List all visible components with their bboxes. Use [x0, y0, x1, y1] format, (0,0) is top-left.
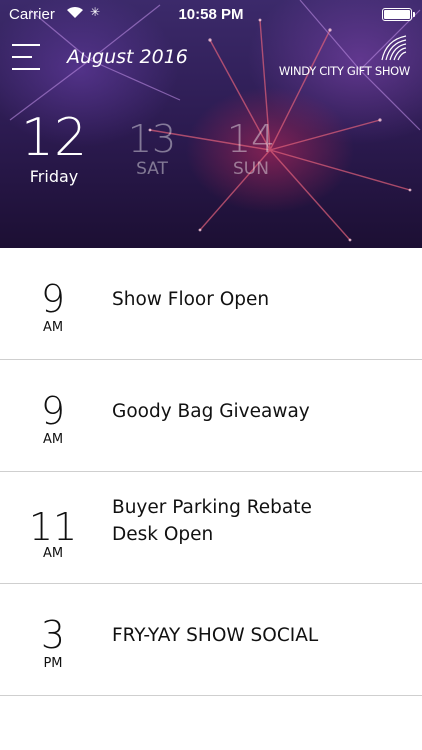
event-hour: 9 [40, 277, 66, 321]
battery-icon [382, 8, 415, 21]
event-hour: 3 [40, 613, 66, 657]
day-tab-13[interactable]: 13 SAT [122, 120, 182, 179]
event-row[interactable]: 9 AM Show Floor Open [0, 248, 422, 360]
day-label: SAT [136, 159, 168, 179]
event-row[interactable]: 9 AM Goody Bag Giveaway [0, 360, 422, 472]
day-label: SUN [233, 159, 269, 179]
event-row[interactable]: 3 PM FRY-YAY SHOW SOCIAL [0, 584, 422, 696]
header-banner: Carrier ✳ 10:58 PM August 2016 WINDY CIT… [0, 0, 422, 248]
event-title: FRY-YAY SHOW SOCIAL [112, 625, 319, 646]
event-row[interactable]: 11 AM Buyer Parking Rebate Desk Open [0, 472, 422, 584]
day-tab-12[interactable]: 12 Friday [18, 112, 90, 186]
event-title: Show Floor Open [112, 289, 270, 310]
logo-text: WINDY CITY GIFT SHOW [278, 64, 410, 78]
event-ampm: PM [43, 656, 63, 671]
day-label: Friday [29, 167, 79, 186]
status-time: 10:58 PM [178, 6, 244, 23]
day-number: 14 [226, 117, 276, 161]
event-title: Buyer Parking Rebate Desk Open [112, 497, 312, 545]
status-bar: Carrier ✳ 10:58 PM [0, 0, 422, 30]
event-hour: 9 [40, 389, 66, 433]
day-number: 13 [127, 117, 177, 161]
day-number: 12 [20, 108, 88, 168]
event-list: 9 AM Show Floor Open 9 AM Goody Bag Give… [0, 248, 422, 696]
hamburger-menu-icon[interactable] [12, 42, 40, 70]
windy-city-logo: WINDY CITY GIFT SHOW [270, 34, 410, 82]
event-ampm: AM [42, 320, 64, 335]
event-ampm: AM [42, 432, 64, 447]
day-tab-14[interactable]: 14 SUN [221, 120, 281, 179]
logo-mark-icon [381, 35, 407, 61]
event-hour: 11 [28, 505, 78, 549]
month-label: August 2016 [67, 46, 188, 68]
event-ampm: AM [42, 546, 64, 561]
event-title: Goody Bag Giveaway [112, 401, 310, 422]
